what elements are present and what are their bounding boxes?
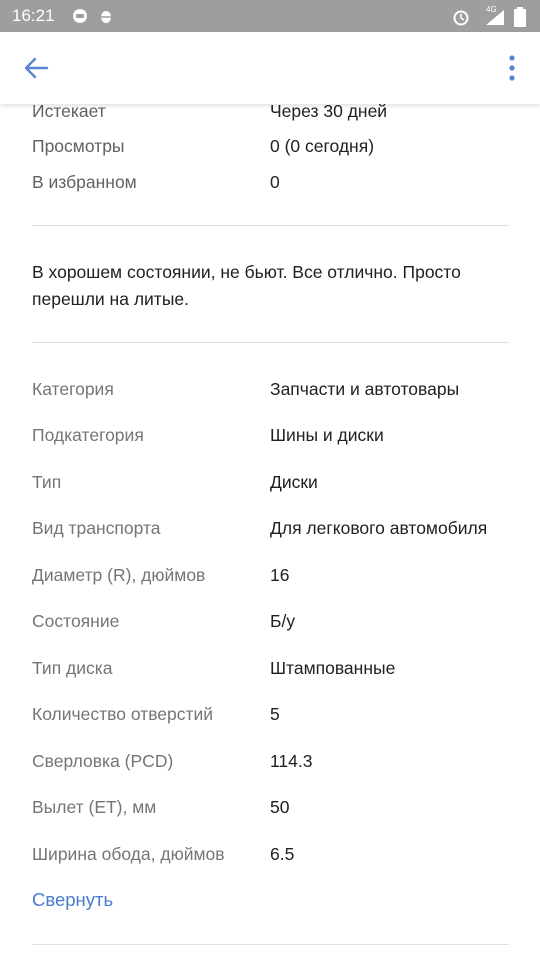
attribute-label: Подкатегория <box>32 425 144 445</box>
back-button[interactable] <box>16 48 56 88</box>
attribute-value: 6.5 <box>270 844 295 864</box>
info-label: В избранном <box>32 172 137 192</box>
collapse-link[interactable]: Свернуть <box>32 889 113 911</box>
attribute-label: Тип диска <box>32 658 113 678</box>
more-options-button[interactable] <box>488 48 528 88</box>
attribute-value: Шины и диски <box>270 425 384 445</box>
attribute-value: Для легкового автомобиля <box>270 518 488 538</box>
android-debug-icon <box>98 8 114 29</box>
more-vert-icon <box>509 55 515 81</box>
message-icon <box>72 8 88 29</box>
attribute-value: 16 <box>270 565 290 585</box>
info-value: Через 30 дней <box>270 104 388 121</box>
attribute-label: Вылет (ET), мм <box>32 797 157 817</box>
attribute-value: Диски <box>270 472 318 492</box>
alarm-icon <box>452 8 470 31</box>
status-bar: 16:21 4G <box>0 0 540 32</box>
attribute-label: Диаметр (R), дюймов <box>32 565 206 585</box>
listing-details[interactable]: Истекает Через 30 дней Просмотры 0 (0 се… <box>0 104 540 960</box>
attribute-value: Б/у <box>270 611 296 631</box>
attribute-value: 114.3 <box>270 751 313 771</box>
info-value: 0 <box>270 172 280 192</box>
attribute-label: Сверловка (PCD) <box>32 751 174 771</box>
battery-icon <box>514 7 526 32</box>
attribute-value: Запчасти и автотовары <box>270 379 460 399</box>
divider <box>32 342 509 343</box>
info-label: Просмотры <box>32 136 125 156</box>
divider <box>32 944 509 945</box>
arrow-back-icon <box>24 57 49 79</box>
info-value: 0 (0 сегодня) <box>270 136 375 156</box>
attribute-label: Ширина обода, дюймов <box>32 844 225 864</box>
attribute-value: Штампованные <box>270 658 396 678</box>
attribute-label: Вид транспорта <box>32 518 161 538</box>
signal-icon <box>484 8 506 31</box>
divider <box>32 225 509 226</box>
app-bar <box>0 32 540 104</box>
attribute-value: 5 <box>270 704 280 724</box>
attribute-value: 50 <box>270 797 290 817</box>
status-time: 16:21 <box>12 6 55 25</box>
attribute-label: Состояние <box>32 611 120 631</box>
attribute-label: Категория <box>32 379 114 399</box>
attribute-label: Тип <box>32 472 62 492</box>
info-label: Истекает <box>32 104 106 121</box>
listing-description: В хорошем состоянии, не бьют. Все отличн… <box>32 262 461 309</box>
attribute-label: Количество отверстий <box>32 704 214 724</box>
